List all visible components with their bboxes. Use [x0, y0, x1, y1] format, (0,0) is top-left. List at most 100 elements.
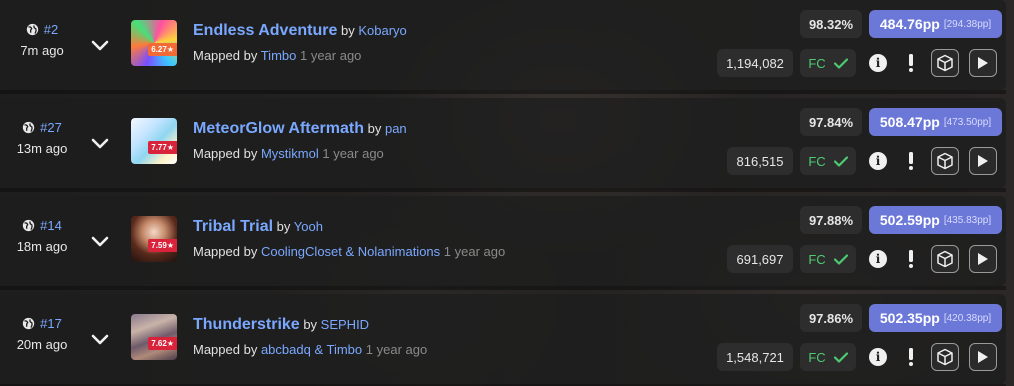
score-value: 1,194,082	[717, 49, 793, 77]
title-line: Thunderstrike by SEPHID	[193, 316, 369, 334]
song-title[interactable]: MeteorGlow Aftermath	[193, 120, 364, 137]
global-rank[interactable]: #17	[40, 316, 62, 331]
mapped-by-label: Mapped by	[193, 342, 258, 357]
time-ago: 20m ago	[16, 337, 68, 352]
mapper-link[interactable]: abcbadq & Timbo	[261, 342, 362, 357]
song-title[interactable]: Thunderstrike	[193, 316, 300, 333]
mapper-link[interactable]: CoolingCloset & Nolanimations	[261, 244, 440, 259]
beatmap-cover[interactable]: 7.77★	[131, 118, 177, 164]
play-icon	[978, 155, 988, 167]
raw-pp-value: [435.83pp]	[943, 214, 992, 226]
artist-link[interactable]: Kobaryo	[358, 23, 406, 38]
song-title[interactable]: Tribal Trial	[193, 218, 273, 235]
by-label: by	[276, 219, 291, 234]
score-row[interactable]: #27 13m ago 7.77★ MeteorGlow Aftermath b…	[0, 98, 1006, 192]
rank-block: #17 20m ago	[14, 316, 70, 352]
report-button[interactable]	[897, 343, 925, 371]
mapper-link[interactable]: Timbo	[261, 48, 297, 63]
global-rank[interactable]: #14	[40, 218, 62, 233]
replay-play-button[interactable]	[969, 343, 997, 371]
mapped-time: 1 year ago	[443, 244, 506, 259]
fc-badge: FC	[800, 343, 856, 371]
artist-link[interactable]: pan	[385, 121, 407, 136]
chevron-down-icon	[91, 334, 109, 345]
globe-icon	[22, 317, 35, 330]
score-value: 816,515	[727, 147, 793, 175]
beatmap-cover[interactable]: 7.62★	[131, 314, 177, 360]
raw-pp-value: [473.50pp]	[943, 116, 992, 128]
title-line: Tribal Trial by Yooh	[193, 218, 323, 236]
pp-badge: 484.76pp [294.38pp]	[869, 10, 1002, 38]
score-row[interactable]: #2 7m ago 6.27★ Endless Adventure by Kob…	[0, 0, 1006, 94]
exclamation-icon	[909, 250, 913, 268]
pp-badge: 508.47pp [473.50pp]	[869, 108, 1002, 136]
exclamation-icon	[909, 54, 913, 72]
replay-3d-button[interactable]	[931, 245, 959, 273]
mapped-time: 1 year ago	[299, 48, 362, 63]
mapper-line: Mapped by abcbadq & Timbo 1 year ago	[193, 342, 427, 357]
raw-pp-value: [420.38pp]	[943, 312, 992, 324]
info-button[interactable]: i	[864, 147, 892, 175]
replay-3d-button[interactable]	[931, 49, 959, 77]
global-rank[interactable]: #27	[40, 120, 62, 135]
report-button[interactable]	[897, 245, 925, 273]
expand-button[interactable]	[88, 230, 112, 254]
artist-link[interactable]: SEPHID	[321, 317, 369, 332]
replay-play-button[interactable]	[969, 49, 997, 77]
expand-button[interactable]	[88, 34, 112, 58]
time-ago: 7m ago	[20, 43, 64, 58]
mapper-line: Mapped by CoolingCloset & Nolanimations …	[193, 244, 505, 259]
song-title[interactable]: Endless Adventure	[193, 22, 337, 39]
fc-label: FC	[808, 349, 826, 365]
time-ago: 13m ago	[16, 141, 68, 156]
artist-link[interactable]: Yooh	[294, 219, 323, 234]
score-value: 1,548,721	[717, 343, 793, 371]
check-icon	[833, 155, 848, 167]
cube-icon	[937, 250, 953, 268]
score-row[interactable]: #14 18m ago 7.59★ Tribal Trial by Yooh M…	[0, 196, 1006, 290]
beatmap-cover[interactable]: 7.59★	[131, 216, 177, 262]
star-rating-badge: 7.59★	[148, 239, 177, 252]
title-line: MeteorGlow Aftermath by pan	[193, 120, 407, 138]
info-button[interactable]: i	[864, 49, 892, 77]
check-icon	[833, 57, 848, 69]
accuracy-badge: 97.84%	[800, 108, 862, 136]
expand-button[interactable]	[88, 132, 112, 156]
globe-icon	[22, 219, 35, 232]
info-button[interactable]: i	[864, 245, 892, 273]
replay-3d-button[interactable]	[931, 343, 959, 371]
fc-badge: FC	[800, 147, 856, 175]
raw-pp-value: [294.38pp]	[943, 18, 992, 30]
pp-value: 502.59pp	[879, 212, 940, 228]
global-rank[interactable]: #2	[44, 22, 58, 37]
rank-block: #2 7m ago	[14, 22, 70, 58]
fc-label: FC	[808, 153, 826, 169]
replay-play-button[interactable]	[969, 147, 997, 175]
fc-badge: FC	[800, 245, 856, 273]
info-button[interactable]: i	[864, 343, 892, 371]
replay-3d-button[interactable]	[931, 147, 959, 175]
info-icon: i	[869, 250, 887, 268]
report-button[interactable]	[897, 49, 925, 77]
beatmap-cover[interactable]: 6.27★	[131, 20, 177, 66]
info-icon: i	[869, 152, 887, 170]
pp-value: 502.35pp	[879, 310, 940, 326]
fc-badge: FC	[800, 49, 856, 77]
by-label: by	[303, 317, 318, 332]
expand-button[interactable]	[88, 328, 112, 352]
exclamation-icon	[909, 348, 913, 366]
score-row[interactable]: #17 20m ago 7.62★ Thunderstrike by SEPHI…	[0, 294, 1006, 386]
star-rating-badge: 7.62★	[148, 337, 177, 350]
play-icon	[978, 253, 988, 265]
score-value: 691,697	[727, 245, 793, 273]
play-icon	[978, 57, 988, 69]
mapped-by-label: Mapped by	[193, 48, 258, 63]
mapped-by-label: Mapped by	[193, 244, 258, 259]
pp-badge: 502.35pp [420.38pp]	[869, 304, 1002, 332]
report-button[interactable]	[897, 147, 925, 175]
mapper-link[interactable]: Mystikmol	[261, 146, 319, 161]
cube-icon	[937, 54, 953, 72]
chevron-down-icon	[91, 40, 109, 51]
check-icon	[833, 351, 848, 363]
replay-play-button[interactable]	[969, 245, 997, 273]
